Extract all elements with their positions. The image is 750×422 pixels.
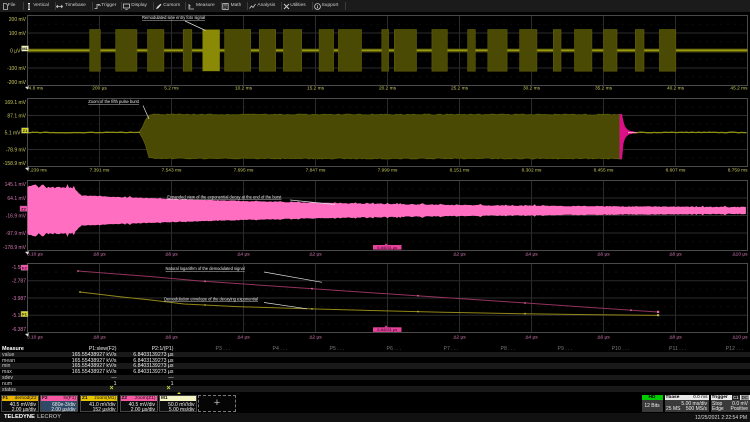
- svg-text:Δ8 µs: Δ8 µs: [93, 252, 106, 258]
- svg-text:Zoom of the fifth pulse burst: Zoom of the fifth pulse burst: [88, 99, 140, 104]
- svg-text:-2.787: -2.787: [12, 279, 26, 285]
- svg-text:-4.8 ms: -4.8 ms: [27, 86, 44, 92]
- svg-text:8.607 ms: 8.607 ms: [666, 168, 686, 174]
- svg-text:-100 mV: -100 mV: [7, 66, 27, 72]
- svg-text:5.2 ms: 5.2 ms: [164, 86, 179, 92]
- svg-text:-16.9 mV: -16.9 mV: [6, 213, 27, 219]
- svg-text:-97.9 mV: -97.9 mV: [6, 231, 27, 237]
- svg-text:Δ6 µs: Δ6 µs: [165, 252, 178, 258]
- svg-text:3.10 µs: 3.10 µs: [27, 252, 43, 258]
- svg-text:10.2 ms: 10.2 ms: [235, 86, 253, 92]
- svg-text:64.1 mV: 64.1 mV: [7, 196, 26, 202]
- svg-text:Remodulated sine entry foto si: Remodulated sine entry foto signal: [142, 15, 205, 20]
- svg-text:8.759 ms: 8.759 ms: [728, 168, 748, 174]
- svg-text:145.1 mV: 145.1 mV: [5, 182, 27, 188]
- svg-text:169.1 mV: 169.1 mV: [5, 100, 27, 106]
- svg-text:35.2 ms: 35.2 ms: [595, 86, 613, 92]
- svg-text:Natural logarithm of the demod: Natural logarithm of the demodulated sig…: [166, 266, 245, 271]
- svg-text:Δ4 µs: Δ4 µs: [237, 335, 250, 341]
- svg-text:0 µV: 0 µV: [10, 48, 21, 54]
- svg-text:40.2 ms: 40.2 ms: [667, 86, 685, 92]
- svg-text:7.391 ms: 7.391 ms: [90, 168, 110, 174]
- svg-text:Δ10 µs: Δ10 µs: [732, 335, 748, 341]
- svg-text:Δ4 µs: Δ4 µs: [237, 252, 250, 258]
- svg-text:Δ6 µs: Δ6 µs: [597, 252, 610, 258]
- svg-text:Δ2 µs: Δ2 µs: [309, 252, 322, 258]
- svg-text:30.2 ms: 30.2 ms: [523, 86, 541, 92]
- svg-text:6.84031 µs: 6.84031 µs: [377, 327, 397, 332]
- svg-text:6.84031 µs: 6.84031 µs: [377, 245, 397, 250]
- svg-text:7.695 ms: 7.695 ms: [234, 168, 254, 174]
- svg-text:7.999 ms: 7.999 ms: [378, 168, 398, 174]
- svg-text:-200 mV: -200 mV: [7, 80, 27, 86]
- svg-text:200 µs: 200 µs: [92, 86, 107, 92]
- svg-text:8.302 ms: 8.302 ms: [522, 168, 542, 174]
- svg-text:F1: F1: [22, 312, 27, 317]
- svg-text:M1: M1: [22, 46, 28, 51]
- svg-text:7.239 ms: 7.239 ms: [27, 168, 47, 174]
- svg-text:Demodulation envelope of the d: Demodulation envelope of the decaying ex…: [164, 296, 258, 301]
- svg-text:Δ10 µs: Δ10 µs: [732, 252, 748, 258]
- svg-text:25.2 ms: 25.2 ms: [451, 86, 469, 92]
- svg-text:7.847 ms: 7.847 ms: [306, 168, 326, 174]
- svg-text:3.10 µs: 3.10 µs: [27, 335, 43, 341]
- svg-text:20.2 ms: 20.2 ms: [379, 86, 397, 92]
- svg-text:200 mV: 200 mV: [9, 17, 27, 23]
- svg-text:8.151 ms: 8.151 ms: [450, 168, 470, 174]
- svg-text:-158.9 mV: -158.9 mV: [3, 161, 27, 167]
- svg-text:Z1: Z1: [23, 128, 28, 133]
- svg-text:Δ6 µs: Δ6 µs: [597, 335, 610, 341]
- svg-text:Δ8 µs: Δ8 µs: [669, 252, 682, 258]
- svg-text:Δ4 µs: Δ4 µs: [525, 252, 538, 258]
- svg-text:-78.9 mV: -78.9 mV: [6, 147, 27, 153]
- svg-text:45.2 ms: 45.2 ms: [730, 86, 748, 92]
- svg-text:-6.387: -6.387: [12, 327, 26, 333]
- svg-text:Δ2 µs: Δ2 µs: [453, 252, 466, 258]
- svg-text:Expanded view of the exponenti: Expanded view of the exponential decay a…: [167, 195, 282, 200]
- svg-text:Δ2 µs: Δ2 µs: [453, 335, 466, 341]
- svg-text:100 mV: 100 mV: [9, 31, 27, 37]
- svg-text:87.1 mV: 87.1 mV: [7, 113, 26, 119]
- svg-text:Δ8 µs: Δ8 µs: [93, 335, 106, 341]
- svg-text:F2: F2: [22, 265, 27, 270]
- svg-text:15.2 ms: 15.2 ms: [307, 86, 325, 92]
- svg-text:Δ6 µs: Δ6 µs: [165, 335, 178, 341]
- svg-text:Z2: Z2: [21, 206, 26, 211]
- svg-text:Δ4 µs: Δ4 µs: [525, 335, 538, 341]
- svg-text:-178.9 mV: -178.9 mV: [3, 245, 27, 251]
- svg-text:Δ8 µs: Δ8 µs: [669, 335, 682, 341]
- svg-text:-3.987: -3.987: [12, 296, 26, 302]
- svg-text:8.455 ms: 8.455 ms: [594, 168, 614, 174]
- svg-text:Δ2 µs: Δ2 µs: [309, 335, 322, 341]
- svg-text:5.1 mV: 5.1 mV: [5, 130, 22, 136]
- svg-text:7.543 ms: 7.543 ms: [162, 168, 182, 174]
